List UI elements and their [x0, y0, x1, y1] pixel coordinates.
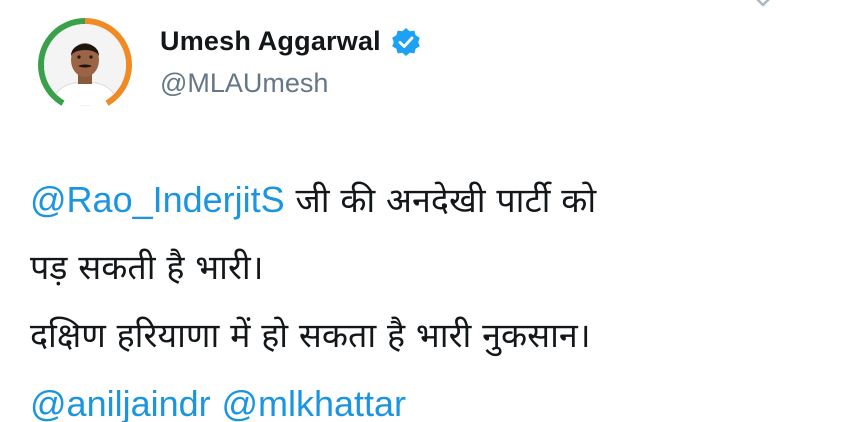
tweet-text-segment: जी की अनदेखी पार्टी को	[284, 181, 597, 221]
tweet-line-3: दक्षिण हरियाणा में हो सकता है भारी नुकसा…	[30, 316, 591, 356]
tweet-line-4: @aniljaindr @mlkhattar	[30, 374, 830, 422]
name-row: Umesh Aggarwal	[160, 26, 421, 57]
verified-badge-icon	[392, 27, 420, 56]
profile-photo	[44, 24, 126, 106]
display-name[interactable]: Umesh Aggarwal	[160, 26, 381, 57]
tweet-line-2: पड़ सकती है भारी।	[30, 248, 264, 288]
avatar[interactable]	[38, 18, 132, 112]
mention-link[interactable]: @mlkhattar	[221, 383, 406, 422]
chevron-down-icon[interactable]	[748, 0, 778, 12]
mention-link[interactable]: @Rao_InderjitS	[30, 179, 285, 220]
tweet-text: @Rao_InderjitS जी की अनदेखी पार्टी को पड…	[30, 170, 830, 422]
tweet-line-1: @Rao_InderjitS जी की अनदेखी पार्टी को	[30, 170, 830, 238]
mention-link[interactable]: @aniljaindr	[30, 383, 211, 422]
tweet-card: Umesh Aggarwal @MLAUmesh @Rao_InderjitS …	[0, 0, 844, 422]
user-handle[interactable]: @MLAUmesh	[160, 68, 328, 99]
